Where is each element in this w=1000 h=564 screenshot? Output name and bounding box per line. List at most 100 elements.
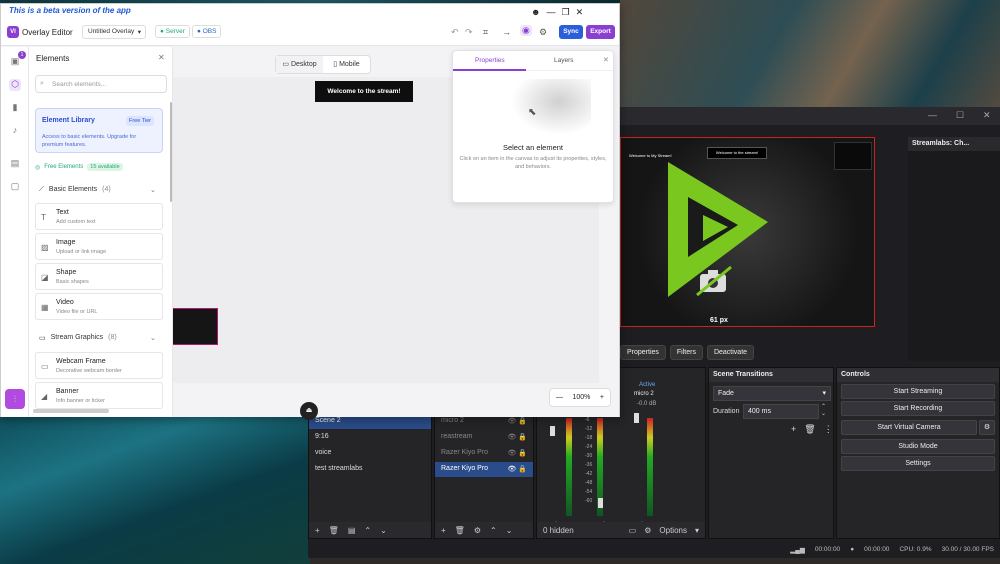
zoom-in-button[interactable]: + (600, 394, 604, 401)
obs-status-badge[interactable]: ● OBS (192, 25, 222, 38)
trash-icon[interactable]: 🗑 (329, 526, 339, 535)
assets-icon[interactable]: ▤ (9, 158, 21, 170)
elements-panel: Elements ✕ Search elements... ⌕ Element … (29, 47, 173, 417)
deactivate-button[interactable]: Deactivate (706, 345, 755, 360)
chevron-down-icon[interactable]: ⌄ (150, 186, 156, 194)
maximize-icon[interactable]: ☐ (956, 110, 964, 121)
close-icon[interactable]: ✕ (576, 7, 584, 18)
desktop-view-button[interactable]: ▭ Desktop (276, 56, 323, 73)
trash-icon[interactable]: 🗑 (804, 424, 815, 435)
studio-mode-button[interactable]: Studio Mode (841, 439, 995, 454)
volume-slider-handle[interactable] (634, 413, 639, 423)
bell-icon[interactable]: ♪ (9, 125, 21, 137)
section-stream-graphics[interactable]: ▭ Stream Graphics (8) (39, 334, 117, 342)
add-icon[interactable]: + (441, 526, 446, 535)
element-item-banner[interactable]: ◢ Banner Info banner or ticker (35, 382, 163, 409)
settings-button[interactable]: Settings (841, 456, 995, 471)
redo-icon[interactable]: ↷ (465, 27, 473, 38)
grid-icon[interactable]: ⌗ (483, 27, 488, 38)
transition-select[interactable]: Fade ▾ (713, 386, 831, 401)
tab-properties[interactable]: Properties (475, 57, 505, 64)
sync-button[interactable]: Sync (559, 25, 583, 39)
volume-slider-handle[interactable] (598, 498, 603, 508)
add-icon[interactable]: + (791, 424, 796, 435)
search-input[interactable]: Search elements... (35, 75, 167, 93)
properties-button[interactable]: Properties (620, 345, 666, 360)
preview-eye-icon[interactable]: ◉ (520, 25, 532, 36)
duration-input[interactable]: 400 ms (743, 404, 819, 419)
canvas-title-element[interactable]: Welcome to the stream! (315, 81, 413, 102)
duration-stepper[interactable]: ⌃ ⌄ (821, 404, 826, 418)
scene-item[interactable]: 9:16 (309, 430, 431, 445)
mixer-settings-icon[interactable]: ⚙ (644, 526, 651, 535)
filters-button[interactable]: Filters (669, 345, 703, 360)
element-item-webcam-frame[interactable]: ▭ Webcam Frame Decorative webcam border (35, 352, 163, 379)
element-item-text[interactable]: T Text Add custom text (35, 203, 163, 230)
close-icon[interactable]: ✕ (983, 110, 991, 121)
canvas-chat-element[interactable] (173, 308, 218, 345)
chevron-down-icon[interactable]: ▾ (695, 526, 699, 535)
trash-icon[interactable]: 🗑 (455, 526, 465, 535)
adjustments-icon[interactable]: ⫶ (5, 389, 25, 409)
tab-layers[interactable]: Layers (554, 57, 574, 64)
robot-icon[interactable]: ☻ (531, 7, 540, 18)
element-item-shape[interactable]: ◪ Shape Basic shapes (35, 263, 163, 290)
export-button[interactable]: Export (586, 25, 615, 39)
move-down-icon[interactable]: ⌄ (506, 526, 513, 535)
move-up-icon[interactable]: ⌃ (490, 526, 497, 535)
undo-icon[interactable]: ↶ (451, 27, 459, 38)
zoom-out-button[interactable]: — (556, 394, 563, 401)
element-item-image[interactable]: ▨ Image Upload or link image (35, 233, 163, 260)
lock-icon[interactable]: 👁 🔒 (507, 417, 527, 426)
active-tab-indicator (453, 69, 526, 71)
settings-gear-icon[interactable]: ⚙ (539, 27, 547, 38)
horizontal-scrollbar[interactable] (33, 409, 109, 413)
close-icon[interactable]: ✕ (158, 53, 165, 62)
scene-item[interactable]: test streamlabs (309, 462, 431, 477)
lock-icon[interactable]: 👁 🔒 (507, 465, 527, 474)
move-down-icon[interactable]: ⌄ (380, 526, 387, 535)
lock-icon[interactable]: 👁 🔒 (507, 449, 527, 458)
overlay-select[interactable]: Untitled Overlay ▾ (82, 25, 146, 39)
gear-icon[interactable]: ⚙ (979, 420, 995, 435)
source-item-active[interactable]: Razer Kiyo Pro 👁 🔒 (435, 462, 533, 477)
volume-slider-handle[interactable] (550, 426, 555, 436)
source-item[interactable]: Razer Kiyo Pro 👁 🔒 (435, 446, 533, 461)
analytics-icon[interactable]: ▮ (9, 102, 21, 114)
drag-handle-icon[interactable]: ⏏ (300, 402, 318, 420)
virtual-camera-row: Start Virtual Camera ⚙ (837, 418, 999, 437)
arrow-right-icon[interactable]: → (502, 27, 511, 37)
start-virtual-camera-button[interactable]: Start Virtual Camera (841, 420, 977, 435)
close-icon[interactable]: ✕ (603, 56, 609, 64)
move-up-icon[interactable]: ⌃ (364, 526, 371, 535)
view-toggle: ▭ Desktop ▯ Mobile (275, 55, 371, 74)
mixer-scale-tick: -18 (585, 435, 593, 441)
start-streaming-button[interactable]: Start Streaming (841, 384, 995, 399)
more-icon[interactable]: ⋮ (824, 424, 833, 435)
element-item-video[interactable]: ▦ Video Video file or URL (35, 293, 163, 320)
mixer-layout-icon[interactable]: ▭ (629, 526, 637, 535)
scene-item[interactable]: voice (309, 446, 431, 461)
mixer-options-button[interactable]: Options (659, 526, 687, 535)
lock-icon[interactable]: ▢ (9, 181, 21, 193)
mobile-view-button[interactable]: ▯ Mobile (323, 56, 370, 73)
source-item[interactable]: reastream 👁 🔒 (435, 430, 533, 445)
text-icon: T (41, 213, 46, 222)
minimize-icon[interactable]: — (928, 110, 937, 120)
chevron-down-icon[interactable]: ⌄ (150, 334, 156, 342)
app-logo: VI (7, 26, 19, 38)
scrollbar[interactable] (170, 102, 172, 202)
server-status-badge[interactable]: ● Server (155, 25, 190, 38)
restore-icon[interactable]: ❐ (561, 7, 569, 18)
start-recording-button[interactable]: Start Recording (841, 401, 995, 416)
element-library-card[interactable]: Element Library Free Tier Access to basi… (35, 108, 163, 153)
elements-cube-icon[interactable]: ⬡ (9, 79, 21, 91)
add-icon[interactable]: + (315, 526, 320, 535)
section-basic-elements[interactable]: ⟋ Basic Elements (4) (39, 186, 111, 194)
lock-icon[interactable]: 👁 🔒 (507, 433, 527, 442)
filter-icon[interactable]: ▤ (348, 526, 356, 535)
minimize-icon[interactable]: — (546, 7, 555, 18)
gear-icon[interactable]: ⚙ (474, 526, 481, 535)
element-desc: Info banner or ticker (56, 398, 105, 404)
scene-transitions-dock: Scene Transitions Fade ▾ Duration 400 ms… (708, 367, 834, 539)
